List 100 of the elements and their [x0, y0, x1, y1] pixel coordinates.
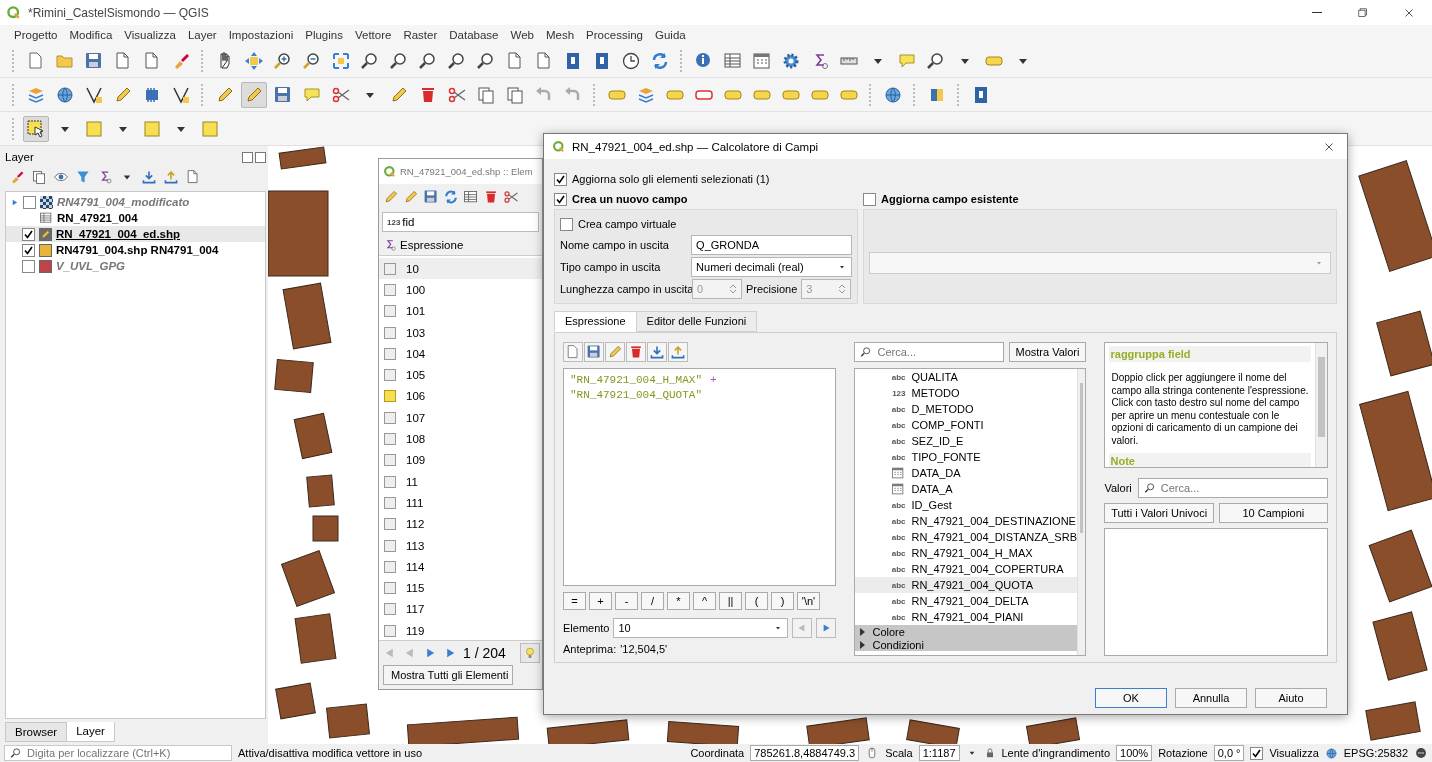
menu-item[interactable]: Vettore [348, 28, 398, 41]
layer-name[interactable]: V_UVL_GPG [56, 260, 126, 272]
list-item[interactable]: abc D_METODO [855, 401, 1077, 417]
menu-item[interactable]: Impostazioni [222, 28, 300, 41]
pencil-icon[interactable] [241, 81, 267, 108]
row-selector[interactable] [384, 624, 396, 637]
trash-icon[interactable] [626, 342, 646, 362]
menu-item[interactable]: Layer [181, 28, 223, 41]
rotation-field[interactable]: 0,0 ° [1213, 745, 1245, 761]
row-selector[interactable] [384, 518, 396, 531]
dialog-button[interactable]: Aiuto [1255, 688, 1327, 708]
operator-button[interactable]: + [589, 592, 612, 610]
scissors-icon[interactable] [503, 189, 519, 205]
list-item[interactable]: abc COMP_FONTI [855, 417, 1077, 433]
layer-name[interactable]: RN4791_004.shp RN4791_004 [56, 244, 219, 256]
upload-icon[interactable] [668, 342, 688, 362]
row-selector[interactable] [384, 262, 396, 275]
menu-item[interactable]: Modifica [63, 28, 119, 41]
list-item[interactable]: abc RN_47921_004_PIANI [855, 609, 1077, 625]
table-row[interactable]: 107 [379, 407, 542, 429]
menu-item[interactable]: Visualizza [118, 28, 182, 41]
search-field[interactable]: Digita per localizzare (Ctrl+K) [4, 745, 232, 761]
table-row[interactable]: 113 [379, 534, 542, 557]
row-selector[interactable] [384, 390, 396, 403]
list-group[interactable]: Colore [855, 625, 1077, 638]
dialog-button[interactable]: OK [1095, 688, 1167, 708]
table-row[interactable]: 112 [379, 513, 542, 535]
select-icon[interactable] [23, 115, 49, 142]
checkbox[interactable] [23, 195, 36, 209]
checkbox[interactable] [22, 227, 35, 241]
table-row[interactable]: 117 [379, 598, 542, 621]
menu-item[interactable]: Web [504, 28, 540, 41]
menu-item[interactable]: Mesh [539, 28, 581, 41]
list-item[interactable]: abc SEZ_ID_E [855, 433, 1077, 449]
table-row[interactable]: 103 [379, 321, 542, 344]
refresh-icon[interactable] [443, 189, 459, 205]
table-row[interactable]: 101 [379, 300, 542, 322]
checkbox[interactable] [560, 217, 573, 231]
checkbox[interactable] [1250, 746, 1264, 760]
menu-item[interactable]: Processing [580, 28, 649, 41]
search-field[interactable]: Cerca... [854, 342, 1004, 362]
tab[interactable]: Editor delle Funzioni [635, 311, 758, 332]
operator-button[interactable]: ^ [693, 592, 716, 610]
list-item[interactable]: abc RN_47921_004_COPERTURA [855, 561, 1077, 577]
save-icon[interactable] [584, 342, 604, 362]
table-row[interactable]: 100 [379, 279, 542, 301]
operator-button[interactable]: ( [745, 592, 768, 610]
operator-button[interactable]: '\n' [797, 592, 820, 610]
next-button[interactable] [816, 618, 837, 638]
dialog-button[interactable]: Annulla [1175, 688, 1247, 708]
trash-icon[interactable] [483, 189, 499, 205]
row-selector[interactable] [384, 283, 396, 296]
table-row[interactable]: 115 [379, 577, 542, 599]
operator-button[interactable]: ) [771, 592, 794, 610]
pencil-icon[interactable] [605, 342, 625, 362]
bulb-button[interactable] [520, 642, 540, 663]
list-item[interactable]: abc TIPO_FONTE [855, 449, 1077, 465]
list-item[interactable]: DATA_A [855, 481, 1077, 497]
scrollbar[interactable] [1077, 369, 1086, 655]
menu-item[interactable]: Progetto [8, 28, 64, 41]
row-selector[interactable] [384, 433, 396, 445]
filter-button[interactable]: Mostra Tutti gli Elementi [383, 665, 513, 685]
table-row[interactable]: 105 [379, 364, 542, 386]
values-list[interactable] [1104, 528, 1328, 656]
row-selector[interactable] [384, 475, 396, 488]
list-item[interactable]: abc RN_47921_004_DESTINAZIONE [855, 513, 1077, 529]
checkbox[interactable] [554, 192, 567, 206]
checkbox[interactable] [22, 243, 35, 257]
operator-button[interactable]: - [615, 592, 638, 610]
list-item[interactable]: abc RN_47921_004_DISTANZA_SRB [855, 529, 1077, 545]
list-item[interactable]: abc RN_47921_004_DELTA [855, 593, 1077, 609]
function-list[interactable] [854, 368, 1087, 656]
list-item[interactable]: 123 METODO [855, 385, 1077, 401]
layer-name[interactable]: RN_47921_004 [57, 212, 138, 224]
row-selector[interactable] [384, 326, 396, 339]
scale-field[interactable]: 1:1187 [918, 745, 960, 761]
expand-arrow-icon[interactable] [10, 197, 19, 207]
list-item[interactable]: abc ID_Gest [855, 497, 1077, 513]
text-field[interactable]: Q_GRONDA [691, 235, 852, 255]
table-row[interactable]: 104 [379, 343, 542, 365]
field-selector[interactable]: 123 fid [382, 212, 539, 232]
operator-button[interactable]: = [563, 592, 586, 610]
menu-item[interactable]: Raster [397, 28, 444, 41]
feature-dropdown[interactable]: 10 [613, 618, 789, 638]
row-selector[interactable] [384, 496, 396, 509]
row-selector[interactable] [384, 347, 396, 360]
panel-tab[interactable]: Browser [5, 722, 68, 742]
row-selector[interactable] [384, 603, 396, 616]
style-icon[interactable] [9, 169, 25, 185]
search-field[interactable]: Cerca... [1137, 478, 1328, 498]
save-icon[interactable] [423, 189, 439, 205]
show-values-button[interactable]: Mostra Valori [1008, 342, 1087, 362]
list-group[interactable]: Condizioni [855, 638, 1077, 651]
scrollbar[interactable] [1315, 343, 1327, 467]
checkbox[interactable] [554, 172, 567, 186]
list-item[interactable]: abc RN_47921_004_H_MAX [855, 545, 1077, 561]
crs-button[interactable]: EPSG:25832 [1343, 747, 1408, 759]
row-selector[interactable] [384, 539, 396, 552]
coordinate-field[interactable]: 785261.8,4884749.3 [750, 745, 860, 761]
type-dropdown[interactable]: Numeri decimali (real) [691, 257, 852, 277]
